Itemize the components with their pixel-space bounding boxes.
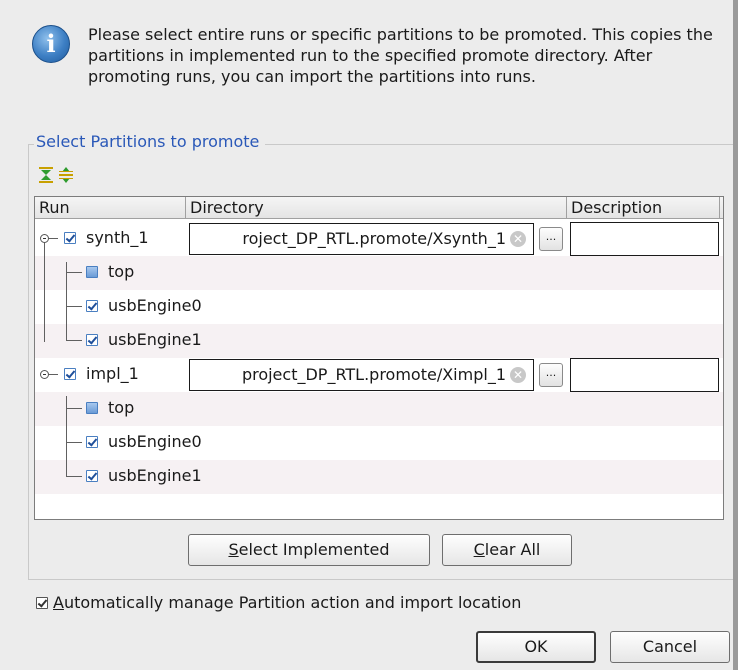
partition-checkbox-usbengine0[interactable] bbox=[86, 436, 98, 448]
select-implemented-button[interactable]: Select Implemented bbox=[188, 534, 430, 566]
collapse-all-icon[interactable] bbox=[57, 166, 75, 184]
mnemonic: C bbox=[473, 540, 485, 559]
partition-checkbox-usbengine0[interactable] bbox=[86, 300, 98, 312]
partition-label: usbEngine0 bbox=[108, 432, 202, 451]
column-separator bbox=[719, 197, 720, 219]
clear-icon[interactable]: ✕ bbox=[510, 367, 526, 383]
clear-icon[interactable]: ✕ bbox=[510, 231, 526, 247]
partition-label: usbEngine1 bbox=[108, 330, 202, 349]
auto-manage-label[interactable]: Automatically manage Partition action an… bbox=[53, 593, 521, 613]
tree-line bbox=[66, 408, 82, 409]
column-header-run[interactable]: Run bbox=[35, 197, 185, 219]
collapse-toggle-icon[interactable] bbox=[40, 370, 49, 379]
tree-line bbox=[66, 272, 82, 273]
partition-label: usbEngine0 bbox=[108, 296, 202, 315]
column-header-directory[interactable]: Directory bbox=[186, 197, 566, 219]
directory-value: roject_DP_RTL.promote/Xsynth_1 bbox=[242, 229, 506, 248]
partition-checkbox-usbengine1[interactable] bbox=[86, 334, 98, 346]
tree-line bbox=[44, 238, 45, 342]
label-text: utomatically manage Partition action and… bbox=[63, 593, 522, 612]
run-checkbox-synth-1[interactable] bbox=[64, 232, 76, 244]
partition-checkbox-top[interactable] bbox=[86, 266, 98, 278]
tree-line bbox=[66, 340, 82, 341]
partition-label: top bbox=[108, 398, 135, 417]
clear-all-button[interactable]: Clear All bbox=[442, 534, 572, 566]
table-row[interactable] bbox=[35, 392, 723, 426]
partition-label: top bbox=[108, 262, 135, 281]
mnemonic: A bbox=[53, 593, 64, 612]
group-title: Select Partitions to promote bbox=[34, 132, 266, 151]
button-label: lear All bbox=[484, 540, 541, 559]
tree-line bbox=[66, 476, 82, 477]
tree-line bbox=[66, 262, 67, 340]
partition-checkbox-usbengine1[interactable] bbox=[86, 470, 98, 482]
browse-button-synth-1[interactable]: ... bbox=[539, 227, 563, 251]
window-frame bbox=[733, 0, 738, 670]
auto-manage-checkbox[interactable] bbox=[36, 597, 48, 609]
run-label: impl_1 bbox=[86, 364, 139, 383]
collapse-toggle-icon[interactable] bbox=[40, 234, 49, 243]
expand-all-icon[interactable] bbox=[37, 166, 55, 184]
description-input-impl-1[interactable] bbox=[570, 358, 719, 392]
partition-checkbox-top[interactable] bbox=[86, 402, 98, 414]
run-label: synth_1 bbox=[86, 228, 149, 247]
browse-button-impl-1[interactable]: ... bbox=[539, 363, 563, 387]
info-icon: i bbox=[32, 25, 70, 63]
tree-line bbox=[66, 442, 82, 443]
info-message: Please select entire runs or specific pa… bbox=[88, 25, 713, 86]
partition-label: usbEngine1 bbox=[108, 466, 202, 485]
column-header-description[interactable]: Description bbox=[567, 197, 719, 219]
tree-line bbox=[66, 306, 82, 307]
ok-button[interactable]: OK bbox=[476, 631, 596, 663]
cancel-button[interactable]: Cancel bbox=[610, 631, 730, 663]
table-row[interactable] bbox=[35, 256, 723, 290]
mnemonic: S bbox=[228, 540, 239, 559]
directory-value: project_DP_RTL.promote/Ximpl_1 bbox=[241, 365, 506, 384]
directory-input-synth-1[interactable]: roject_DP_RTL.promote/Xsynth_1 ✕ bbox=[189, 223, 534, 255]
button-label: elect Implemented bbox=[238, 540, 390, 559]
run-checkbox-impl-1[interactable] bbox=[64, 368, 76, 380]
description-input-synth-1[interactable] bbox=[570, 222, 719, 256]
directory-input-impl-1[interactable]: project_DP_RTL.promote/Ximpl_1 ✕ bbox=[189, 359, 534, 391]
